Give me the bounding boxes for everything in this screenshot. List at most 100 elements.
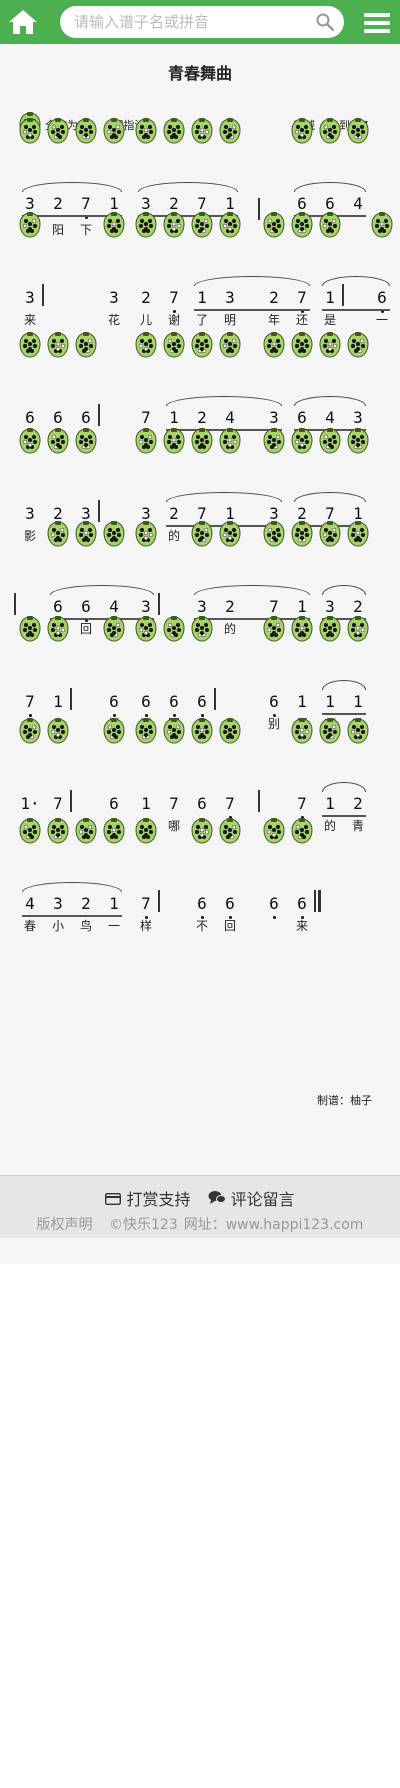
donate-link[interactable]: 打赏支持 [105, 1190, 195, 1209]
note-digit: 7 [297, 288, 307, 307]
score-row: 3太 2阳 7下 1去 3明 2天 7依 1旧 6爬 6上 4 [0, 118, 400, 237]
note-digit: 3 [53, 894, 63, 913]
ocarina-fingering-icon [19, 818, 41, 844]
ocarina-fingering-icon [191, 818, 213, 844]
score-row: 1·哟 7 6别 1得 7哪 6哟 7哟 7我 1的 2青 [0, 718, 400, 833]
comment-link[interactable]: 评论留言 [208, 1190, 295, 1209]
note-digit: 7 [25, 692, 35, 711]
note-digit: 7 [225, 794, 235, 813]
copyright-link[interactable]: 版权声明 [37, 1217, 93, 1233]
lyric: 还 [295, 313, 308, 327]
note-digit: 6 [141, 692, 151, 711]
note-digit: 2 [269, 288, 279, 307]
bar-line [258, 790, 260, 812]
note-digit: 4 [25, 894, 35, 913]
ocarina-fingering-icon [163, 616, 185, 642]
note-digit: 6 [377, 288, 387, 307]
note-digit: 3 [269, 408, 279, 427]
score-row: 6不 6回 4 3来 3我 2的 7我 1青 3春 2小 [0, 521, 400, 636]
chat-icon [208, 1191, 226, 1204]
ocarina-fingering-icon [263, 521, 285, 547]
ocarina-fingering-icon [347, 428, 369, 454]
ocarina-fingering-icon [263, 428, 285, 454]
ocarina-fingering-icon [347, 616, 369, 642]
bar-line [98, 404, 100, 426]
ocarina-fingering-icon [319, 521, 341, 547]
bar-line [314, 890, 316, 912]
score-row: 7鸟 1一 6样 6不 6回 6来 6别 1得 1哪 1哟 [0, 616, 400, 731]
note-digit: 1 [325, 794, 335, 813]
beam-line [322, 309, 390, 311]
ocarina-fingering-icon [47, 118, 69, 144]
ocarina-fingering-icon [319, 718, 341, 744]
ocarina-fingering-icon [135, 718, 157, 744]
lyric: 一 [107, 919, 120, 933]
ocarina-fingering-icon [371, 212, 393, 238]
lyric: 鸟 [79, 919, 92, 933]
footer: 打赏支持 评论留言 版权声明 ©快乐123 网址：www.happi123.com [0, 1175, 400, 1239]
bar-line [158, 593, 160, 615]
ocarina-fingering-icon [103, 616, 125, 642]
ocarina-fingering-icon [163, 428, 185, 454]
note-digit: 4 [109, 597, 119, 616]
menu-icon[interactable] [364, 12, 390, 34]
ocarina-fingering-icon [19, 332, 41, 358]
note-digit: 6 [269, 894, 279, 913]
lyric: 小 [51, 919, 64, 933]
ocarina-fingering-icon [47, 616, 69, 642]
search-input[interactable] [74, 10, 304, 34]
ocarina-fingering-icon [135, 332, 157, 358]
slur-arc [138, 182, 238, 192]
note-digit: 7 [197, 194, 207, 213]
ocarina-fingering-icon [319, 332, 341, 358]
note-digit: 2 [353, 597, 363, 616]
note-digit: 3 [141, 597, 151, 616]
note-digit: 7 [169, 288, 179, 307]
beam-line [322, 713, 366, 715]
note-dot [273, 916, 276, 919]
ocarina-fingering-icon [135, 521, 157, 547]
ocarina-fingering-icon [319, 118, 341, 144]
search-icon[interactable] [316, 13, 335, 32]
note-digit: 6 [225, 894, 235, 913]
beam-line [22, 915, 122, 917]
note-digit: 3 [197, 597, 207, 616]
bar-line [70, 790, 72, 812]
score-row: 3 来 3 花 2 儿 7 谢 1 了 3 明 2 年 7 还 1 是 6 一 [0, 212, 400, 327]
ocarina-fingering-icon [347, 332, 369, 358]
home-icon[interactable] [8, 9, 38, 35]
ocarina-fingering-icon [319, 616, 341, 642]
note-digit: 7 [269, 597, 279, 616]
lyric: 不 [195, 919, 208, 933]
note-digit: 6 [169, 692, 179, 711]
ocarina-fingering-icon [191, 718, 213, 744]
note-digit: 1 [297, 597, 307, 616]
lyric: 谢 [167, 313, 180, 327]
bar-line [342, 284, 344, 306]
lyric: 花 [107, 313, 120, 327]
note-digit: 7 [81, 194, 91, 213]
ocarina-fingering-icon [191, 521, 213, 547]
bar-line [70, 688, 72, 710]
ocarina-fingering-icon [191, 616, 213, 642]
ocarina-fingering-icon [75, 428, 97, 454]
lyric: 年 [267, 313, 280, 327]
note-digit: 6 [325, 194, 335, 213]
score-credit: 制谱：柚子 [317, 1094, 372, 1107]
lyric: 了 [195, 313, 208, 327]
ocarina-fingering-icon [347, 521, 369, 547]
score-row: 3影 2 3踪 3我 2的 7青 1春 3小 2鸟 7一 1样 [0, 428, 400, 543]
slur-arc [322, 680, 366, 690]
ocarina-fingering-icon [291, 718, 313, 744]
ocarina-fingering-icon [191, 332, 213, 358]
ocarina-fingering-icon [19, 118, 41, 144]
note-digit: 6 [197, 894, 207, 913]
ocarina-fingering-icon [103, 818, 125, 844]
site-url[interactable]: 网址：www.happi123.com [184, 1217, 364, 1233]
note-digit: 6 [109, 794, 119, 813]
ocarina-fingering-icon [163, 212, 185, 238]
ocarina-fingering-icon [47, 428, 69, 454]
score-area: 青春舞曲 全按为5 F调指法 音域 6 到 7 3太 2阳 7下 1去 3明 2… [0, 44, 400, 1175]
ocarina-fingering-icon [219, 818, 241, 844]
site-name: ©快乐123 [109, 1217, 178, 1233]
